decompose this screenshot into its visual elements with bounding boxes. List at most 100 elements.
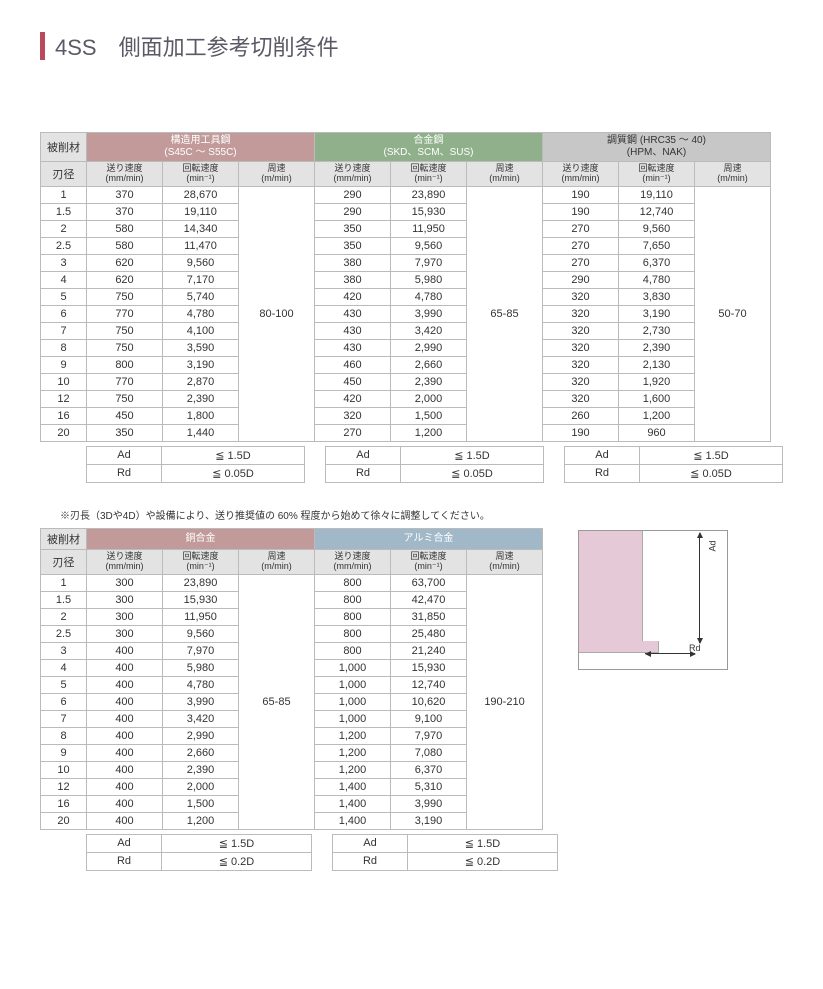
table-cell: 320	[543, 288, 619, 305]
table-cell: 65-85	[239, 574, 315, 829]
table-cell: 300	[87, 625, 163, 642]
lbl-rd: Rd	[565, 464, 640, 482]
table-cell: 2,660	[163, 744, 239, 761]
table-cell: 400	[87, 812, 163, 829]
table-cell: 580	[87, 220, 163, 237]
lbl-ad: Ad	[326, 446, 401, 464]
table-cell: 10	[41, 373, 87, 390]
table-cell: 1.5	[41, 591, 87, 608]
table-row: 127502,3904202,0003201,600	[41, 390, 771, 407]
ad-rd-diagram: Ad Rd	[578, 530, 728, 670]
hdr-diameter-2: 刃径	[41, 549, 87, 574]
table-cell: 20	[41, 812, 87, 829]
table-cell: 800	[315, 642, 391, 659]
table-cell: 2,730	[619, 322, 695, 339]
table-cell: 1.5	[41, 203, 87, 220]
table-cell: 9,560	[619, 220, 695, 237]
table-cell: 14,340	[163, 220, 239, 237]
table-cell: 1,800	[163, 407, 239, 424]
table-cell: 50-70	[695, 186, 771, 441]
table-cell: 460	[315, 356, 391, 373]
limits-2b: Ad≦ 1.5D Rd≦ 0.2D	[332, 834, 558, 871]
table-cell: 1	[41, 186, 87, 203]
hdr-rpm-a: 回転速度(min⁻¹)	[163, 162, 239, 187]
table-cell: 28,670	[163, 186, 239, 203]
table-cell: 11,950	[163, 608, 239, 625]
table-cell: 320	[543, 322, 619, 339]
table-cell: 1,600	[619, 390, 695, 407]
table-cell: 320	[543, 339, 619, 356]
table-cell: 12	[41, 390, 87, 407]
table-cell: 620	[87, 271, 163, 288]
table-cell: 320	[543, 356, 619, 373]
limits-1c: Ad≦ 1.5D Rd≦ 0.05D	[564, 446, 783, 483]
table-cell: 4,780	[391, 288, 467, 305]
table-cell: 1,500	[163, 795, 239, 812]
hdr-material-2: 被削材	[41, 528, 87, 549]
table-cell: 350	[87, 424, 163, 441]
table-cell: 15,930	[163, 591, 239, 608]
table-cell: 31,850	[391, 608, 467, 625]
hdr-feed-2a: 送り速度(mm/min)	[87, 549, 163, 574]
table-row: 36209,5603807,9702706,370	[41, 254, 771, 271]
page-title-wrap: 4SS 側面加工参考切削条件	[40, 30, 783, 62]
table-cell: 5	[41, 676, 87, 693]
lbl-rd: Rd	[333, 852, 408, 870]
table-cell: 2,390	[619, 339, 695, 356]
table-cell: 290	[315, 203, 391, 220]
table-row: 130023,89065-8580063,700190-210	[41, 574, 543, 591]
table-cell: 5,740	[163, 288, 239, 305]
table-cell: 370	[87, 186, 163, 203]
table-cell: 620	[87, 254, 163, 271]
grp2-1: アルミ合金	[315, 528, 543, 549]
val-ad-1b: ≦ 1.5D	[401, 446, 544, 464]
table-cell: 270	[543, 237, 619, 254]
lbl-ad: Ad	[565, 446, 640, 464]
table-cell: 4	[41, 659, 87, 676]
limits-2a: Ad≦ 1.5D Rd≦ 0.2D	[86, 834, 312, 871]
table-row: 1.537019,11029015,93019012,740	[41, 203, 771, 220]
table-cell: 1,400	[315, 778, 391, 795]
table-cell: 750	[87, 288, 163, 305]
table-cell: 9	[41, 356, 87, 373]
table-cell: 300	[87, 608, 163, 625]
table-cell: 2,990	[163, 727, 239, 744]
table-cell: 800	[315, 625, 391, 642]
lbl-ad: Ad	[87, 834, 162, 852]
table-cell: 3,190	[619, 305, 695, 322]
arrow-rd	[645, 653, 695, 654]
table-cell: 6	[41, 693, 87, 710]
table-cell: 3,590	[163, 339, 239, 356]
table-cell: 23,890	[163, 574, 239, 591]
table-cell: 370	[87, 203, 163, 220]
table-cell: 1,000	[315, 710, 391, 727]
table-cell: 430	[315, 322, 391, 339]
lbl-ad: Ad	[87, 446, 162, 464]
table-cell: 800	[315, 574, 391, 591]
val-rd-1b: ≦ 0.05D	[401, 464, 544, 482]
table-cell: 1,200	[315, 761, 391, 778]
table-cell: 400	[87, 710, 163, 727]
table-cell: 15,930	[391, 659, 467, 676]
table-row: 137028,67080-10029023,89065-8519019,1105…	[41, 186, 771, 203]
table-cell: 12,740	[619, 203, 695, 220]
table-cell: 1,400	[315, 812, 391, 829]
table-cell: 420	[315, 288, 391, 305]
table-cell: 2	[41, 220, 87, 237]
table-cell: 9	[41, 744, 87, 761]
table-cell: 5	[41, 288, 87, 305]
table-cell: 2.5	[41, 625, 87, 642]
table-cell: 320	[315, 407, 391, 424]
table-cell: 3	[41, 642, 87, 659]
table-cell: 800	[87, 356, 163, 373]
val-ad-1a: ≦ 1.5D	[162, 446, 305, 464]
table-cell: 19,110	[163, 203, 239, 220]
limits-1a: Ad≦ 1.5D Rd≦ 0.05D	[86, 446, 305, 483]
table-row: 164501,8003201,5002601,200	[41, 407, 771, 424]
table-cell: 2,000	[163, 778, 239, 795]
table-cell: 2,660	[391, 356, 467, 373]
hdr-feed-b: 送り速度(mm/min)	[315, 162, 391, 187]
table-cell: 270	[315, 424, 391, 441]
table-cell: 16	[41, 407, 87, 424]
table-row: 203501,4402701,200190960	[41, 424, 771, 441]
